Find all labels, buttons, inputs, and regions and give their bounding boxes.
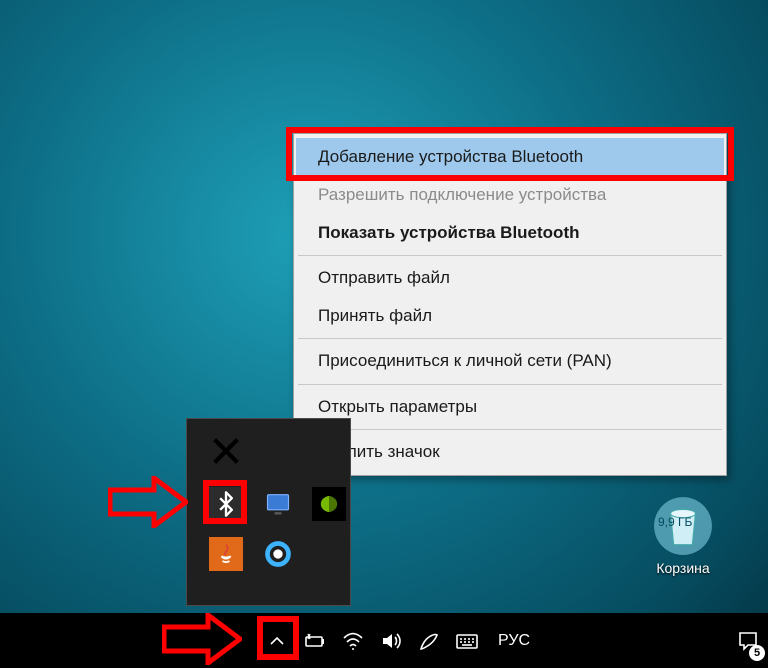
muted-app-icon[interactable]: [209, 434, 243, 468]
desktop: Добавление устройства Bluetooth Разрешит…: [0, 0, 768, 668]
action-center-icon[interactable]: 5: [728, 613, 768, 668]
touch-keyboard-icon[interactable]: [448, 613, 486, 668]
battery-icon[interactable]: [296, 613, 334, 668]
annotation-arrow-icon: [162, 613, 242, 665]
language-indicator[interactable]: РУС: [486, 632, 542, 650]
tray-chevron-icon[interactable]: [258, 613, 296, 668]
menu-join-pan[interactable]: Присоединиться к личной сети (PAN): [296, 342, 724, 380]
cortana-tray-icon[interactable]: [261, 537, 295, 571]
java-tray-icon[interactable]: [209, 537, 243, 571]
menu-allow-device-connect: Разрешить подключение устройства: [296, 176, 724, 214]
menu-send-file[interactable]: Отправить файл: [296, 259, 724, 297]
menu-separator: [298, 429, 722, 430]
bluetooth-tray-icon[interactable]: [209, 487, 243, 521]
menu-remove-icon[interactable]: Удалить значок: [296, 433, 724, 471]
menu-add-bluetooth-device[interactable]: Добавление устройства Bluetooth: [296, 138, 724, 176]
recycle-bin[interactable]: 9,9 ГБ Корзина: [638, 495, 728, 576]
menu-separator: [298, 338, 722, 339]
taskbar: РУС 5: [0, 613, 768, 668]
wifi-icon[interactable]: [334, 613, 372, 668]
menu-receive-file[interactable]: Принять файл: [296, 297, 724, 335]
tray-overflow-panel: [186, 418, 351, 606]
menu-show-bluetooth-devices[interactable]: Показать устройства Bluetooth: [296, 214, 724, 252]
notification-badge: 5: [749, 645, 765, 661]
nvidia-tray-icon[interactable]: [312, 487, 346, 521]
display-adapter-tray-icon[interactable]: [261, 487, 295, 521]
volume-icon[interactable]: [372, 613, 410, 668]
recycle-bin-size: 9,9 ГБ: [658, 515, 692, 529]
pen-icon[interactable]: [410, 613, 448, 668]
recycle-bin-label: Корзина: [638, 560, 728, 576]
menu-open-settings[interactable]: Открыть параметры: [296, 388, 724, 426]
recycle-bin-icon: 9,9 ГБ: [652, 495, 714, 557]
menu-separator: [298, 255, 722, 256]
menu-separator: [298, 384, 722, 385]
bluetooth-context-menu: Добавление устройства Bluetooth Разрешит…: [293, 133, 727, 476]
annotation-arrow-icon: [108, 476, 188, 528]
